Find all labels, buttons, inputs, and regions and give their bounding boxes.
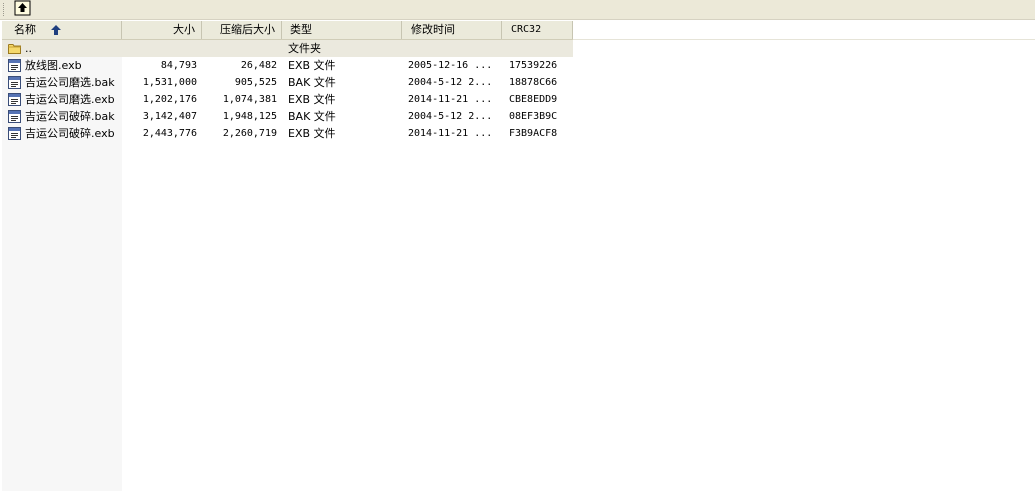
- column-header-filler: [573, 21, 1035, 40]
- sort-ascending-icon: [50, 25, 61, 35]
- cell-crc32: [509, 40, 571, 57]
- folder-icon: [8, 42, 21, 55]
- cell-packed-size: 1,948,125: [222, 111, 277, 122]
- cell-packed-size: [202, 40, 277, 57]
- toolbar-grip[interactable]: [3, 3, 6, 16]
- cell-modified: 2005-12-16 ...: [408, 60, 493, 71]
- cell-size: 2,443,776: [142, 128, 197, 139]
- cell-packed-size: 1,074,381: [222, 94, 277, 105]
- cell-packed-size: 2,260,719: [222, 128, 277, 139]
- cell-packed-size: 905,525: [234, 77, 277, 88]
- cell-modified: 2014-11-21 ...: [408, 128, 493, 139]
- parent-folder-row[interactable]: .. 文件夹: [2, 40, 573, 57]
- file-row[interactable]: 放线图.exb 84,793 26,482 EXB 文件 2005-12-16 ... 1…: [2, 57, 573, 74]
- cell-name: ..: [25, 42, 32, 55]
- file-row[interactable]: 吉运公司破碎.exb 2,443,776 2,260,719 EXB 文件 2014-1…: [2, 125, 573, 142]
- document-icon: [8, 59, 21, 72]
- column-header-size[interactable]: 大小: [122, 21, 202, 39]
- column-header-packed-size[interactable]: 压缩后大小: [202, 21, 282, 39]
- cell-size: 84,793: [160, 60, 197, 71]
- cell-type: EXB 文件: [288, 59, 336, 72]
- cell-crc32: CBE8EDD9: [509, 94, 558, 105]
- column-header-name[interactable]: 名称: [2, 21, 122, 39]
- cell-crc32: 08EF3B9C: [509, 111, 558, 122]
- document-icon: [8, 93, 21, 106]
- cell-packed-size: 26,482: [240, 60, 277, 71]
- cell-size: [122, 40, 197, 57]
- file-row[interactable]: 吉运公司磨选.bak 1,531,000 905,525 BAK 文件 2004-5-1…: [2, 74, 573, 91]
- cell-name: 吉运公司破碎.exb: [25, 127, 115, 140]
- up-folder-button[interactable]: [14, 0, 32, 16]
- document-icon: [8, 127, 21, 140]
- cell-modified: 2004-5-12 2...: [408, 111, 493, 122]
- cell-name: 吉运公司磨选.exb: [25, 93, 115, 106]
- toolbar: [0, 0, 1035, 20]
- cell-name: 放线图.exb: [25, 59, 82, 72]
- document-icon: [8, 76, 21, 89]
- cell-type: 文件夹: [288, 42, 321, 55]
- column-header-type[interactable]: 类型: [282, 21, 402, 39]
- cell-crc32: 17539226: [509, 60, 558, 71]
- cell-type: EXB 文件: [288, 93, 336, 106]
- column-header-modified[interactable]: 修改时间: [402, 21, 502, 39]
- file-row[interactable]: 吉运公司破碎.bak 3,142,407 1,948,125 BAK 文件 2004-5…: [2, 108, 573, 125]
- cell-modified: 2014-11-21 ...: [408, 94, 493, 105]
- cell-type: BAK 文件: [288, 76, 336, 89]
- cell-size: 1,202,176: [142, 94, 197, 105]
- document-icon: [8, 110, 21, 123]
- cell-modified: 2004-5-12 2...: [408, 77, 493, 88]
- cell-crc32: F3B9ACF8: [509, 128, 558, 139]
- column-header-crc32[interactable]: CRC32: [502, 21, 573, 39]
- cell-size: 3,142,407: [142, 111, 197, 122]
- column-header: 名称 大小 压缩后大小 类型 修改时间 CRC32: [2, 21, 573, 40]
- cell-size: 1,531,000: [142, 77, 197, 88]
- file-row[interactable]: 吉运公司磨选.exb 1,202,176 1,074,381 EXB 文件 2014-1…: [2, 91, 573, 108]
- cell-modified: [408, 40, 500, 57]
- cell-crc32: 18878C66: [509, 77, 558, 88]
- column-name-label: 名称: [14, 23, 36, 36]
- cell-type: EXB 文件: [288, 127, 336, 140]
- cell-type: BAK 文件: [288, 110, 336, 123]
- cell-name: 吉运公司破碎.bak: [25, 110, 115, 123]
- cell-name: 吉运公司磨选.bak: [25, 76, 115, 89]
- up-folder-icon: [14, 0, 31, 16]
